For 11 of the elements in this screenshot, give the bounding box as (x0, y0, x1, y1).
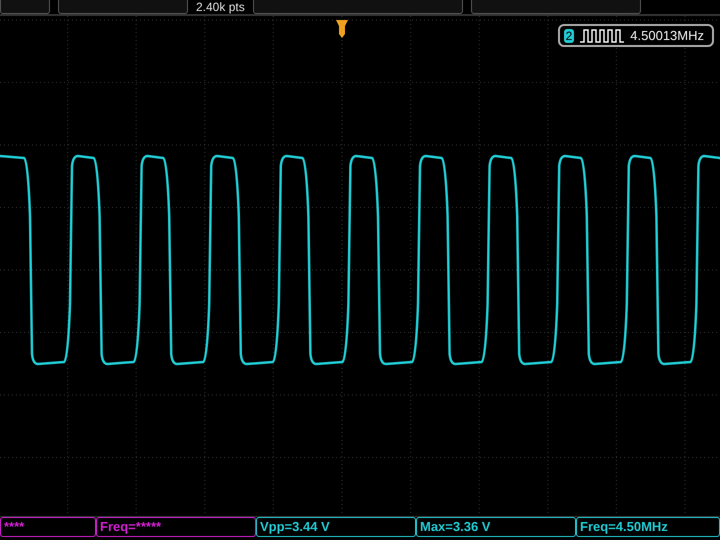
panel-box (0, 0, 50, 14)
square-wave-icon (580, 28, 624, 42)
memory-depth: 2.40k pts (196, 0, 245, 14)
measurement-readout: Freq=4.50MHz (576, 517, 720, 537)
measurement-readout: Vpp=3.44 V (256, 517, 416, 537)
frequency-reading: 4.50013MHz (630, 28, 704, 43)
channel-number: 2 (564, 28, 574, 42)
measurement-readout: Freq=***** (96, 517, 256, 537)
measurement-readout: Max=3.36 V (416, 517, 576, 537)
trigger-marker-icon (336, 20, 348, 38)
measurement-readout: **** (0, 517, 96, 537)
